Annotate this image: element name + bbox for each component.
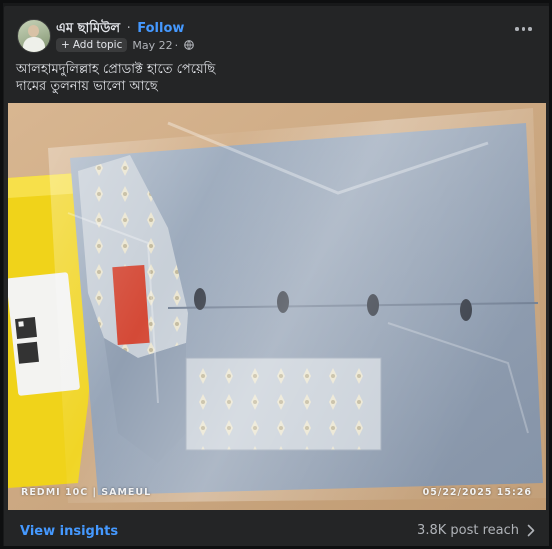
author-name[interactable]: এম ছামিউল — [56, 21, 120, 36]
post-reach-label: 3.8K post reach — [417, 523, 519, 538]
author-avatar[interactable] — [17, 19, 51, 53]
post-reach[interactable]: 3.8K post reach — [417, 523, 535, 538]
post-text: আলহামদুলিল্লাহ প্রোডাক্ট হাতে পেয়েছি দা… — [16, 61, 215, 95]
timestamp-watermark: 05/22/2025 15:26 — [422, 487, 532, 498]
post-text-line-1: আলহামদুলিল্লাহ প্রোডাক্ট হাতে পেয়েছি — [16, 62, 216, 77]
follow-button[interactable]: Follow — [137, 21, 184, 36]
more-options-icon[interactable] — [515, 24, 533, 34]
add-topic-button[interactable]: + Add topic — [56, 38, 128, 52]
author-line: এম ছামিউল · Follow — [56, 19, 184, 40]
add-topic-label: Add topic — [72, 39, 123, 51]
product-photo-illustration — [8, 103, 546, 510]
view-insights-link[interactable]: View insights — [20, 524, 118, 539]
post-date[interactable]: May 22 — [132, 39, 172, 52]
date-separator: · — [174, 38, 179, 52]
plus-icon: + — [61, 39, 70, 51]
chevron-right-icon — [527, 524, 535, 537]
avatar-shirt — [23, 37, 45, 52]
author-separator: · — [126, 21, 131, 36]
post-meta: + Add topic May 22 · — [56, 38, 194, 52]
avatar-face — [28, 25, 39, 37]
post-photo[interactable]: REDMI 10C | SAMEUL 05/22/2025 15:26 — [8, 103, 546, 510]
camera-watermark: REDMI 10C | SAMEUL — [21, 487, 152, 498]
globe-icon — [184, 40, 194, 50]
post-text-line-2: দামের তুলনায় ভালো আছে — [16, 79, 158, 94]
post-footer: View insights 3.8K post reach — [4, 512, 550, 549]
